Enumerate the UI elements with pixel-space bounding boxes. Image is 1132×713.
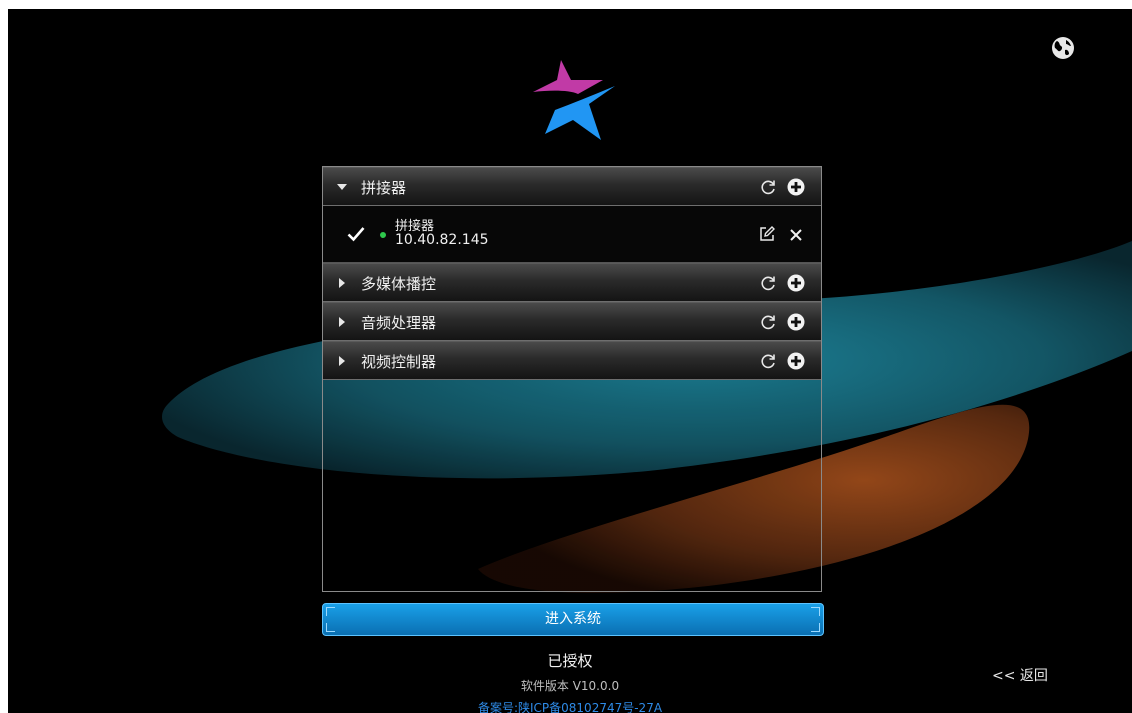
back-link[interactable]: << 返回: [992, 665, 1048, 685]
group-header-media[interactable]: 多媒体播控: [323, 263, 821, 302]
caret-right-icon[interactable]: [339, 317, 345, 327]
software-version: 软件版本 V10.0.0: [520, 679, 620, 693]
corner-decoration: [811, 623, 820, 632]
group-header-splicer[interactable]: 拼接器: [323, 167, 821, 206]
globe-icon[interactable]: [1051, 36, 1075, 60]
group-title: 拼接器: [361, 179, 407, 197]
edit-icon[interactable]: [759, 226, 775, 242]
caret-right-icon[interactable]: [339, 356, 345, 366]
enter-system-label: 进入系统: [545, 611, 601, 627]
group-header-video[interactable]: 视频控制器: [323, 341, 821, 380]
online-status-dot: [380, 232, 386, 238]
refresh-icon[interactable]: [759, 352, 777, 370]
corner-decoration: [326, 623, 335, 632]
caret-right-icon[interactable]: [339, 278, 345, 288]
refresh-icon[interactable]: [759, 178, 777, 196]
device-list-panel: 拼接器 拼接器 10.40.82.145 多媒体播控 音频处理器 视频控制器: [322, 166, 822, 592]
plus-circle-icon[interactable]: [787, 178, 805, 196]
refresh-icon[interactable]: [759, 313, 777, 331]
corner-decoration: [326, 607, 335, 616]
star-logo: [531, 60, 615, 142]
refresh-icon[interactable]: [759, 274, 777, 292]
auth-status: 已授权: [547, 652, 593, 670]
plus-circle-icon[interactable]: [787, 274, 805, 292]
close-icon[interactable]: [789, 227, 803, 241]
plus-circle-icon[interactable]: [787, 352, 805, 370]
group-title: 音频处理器: [361, 314, 437, 332]
icp-record-link[interactable]: 备案号:陕ICP备08102747号-27A: [8, 699, 1132, 713]
check-icon[interactable]: [347, 225, 365, 243]
group-title: 多媒体播控: [361, 275, 437, 293]
plus-circle-icon[interactable]: [787, 313, 805, 331]
enter-system-button[interactable]: 进入系统: [322, 603, 824, 636]
device-row[interactable]: 拼接器 10.40.82.145: [323, 206, 821, 263]
group-header-audio[interactable]: 音频处理器: [323, 302, 821, 341]
corner-decoration: [811, 607, 820, 616]
caret-down-icon[interactable]: [337, 184, 347, 190]
app-screen: 拼接器 拼接器 10.40.82.145 多媒体播控 音频处理器 视频控制器 进…: [8, 9, 1132, 713]
device-ip: 10.40.82.145: [395, 232, 489, 248]
group-title: 视频控制器: [361, 353, 437, 371]
